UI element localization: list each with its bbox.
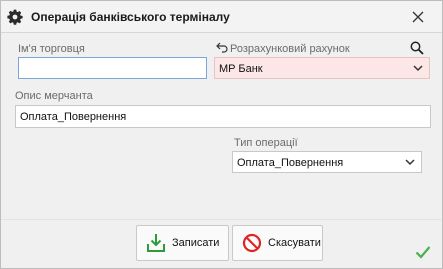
merchant-description-input[interactable]: Оплата_Повернення	[15, 105, 431, 128]
chevron-down-icon[interactable]	[413, 65, 423, 72]
account-label: Розрахунковий рахунок	[230, 43, 350, 55]
operation-type-value: Оплата_Повернення	[237, 157, 344, 169]
account-select[interactable]: MP Банк	[214, 57, 430, 79]
save-icon	[147, 234, 165, 252]
checkmark-icon	[415, 246, 431, 259]
merchant-description-label: Опис мерчанта	[15, 90, 93, 102]
chevron-down-icon[interactable]	[405, 159, 415, 166]
save-button-label: Записати	[172, 237, 220, 249]
merchant-name-label: Ім'я торговця	[18, 43, 85, 55]
title-bar: Операція банківського терміналу	[1, 1, 442, 33]
operation-type-label: Тип операції	[234, 137, 298, 149]
close-icon[interactable]	[412, 11, 424, 23]
close-button[interactable]	[405, 5, 431, 29]
search-icon[interactable]	[410, 41, 424, 55]
save-button[interactable]: Записати	[136, 225, 229, 261]
operation-type-select[interactable]: Оплата_Повернення	[232, 151, 422, 173]
cancel-button[interactable]: Скасувати	[232, 225, 323, 261]
dialog-window: Операція банківського терміналу Ім'я тор…	[0, 0, 443, 269]
footer-divider	[1, 219, 442, 220]
merchant-name-input[interactable]	[18, 57, 207, 79]
cancel-icon	[242, 233, 262, 253]
cancel-button-label: Скасувати	[268, 237, 321, 249]
dialog-title: Операція банківського терміналу	[31, 10, 230, 24]
back-arrow-icon[interactable]	[216, 41, 228, 53]
account-value: MP Банк	[219, 63, 263, 75]
gear-icon	[7, 9, 23, 25]
